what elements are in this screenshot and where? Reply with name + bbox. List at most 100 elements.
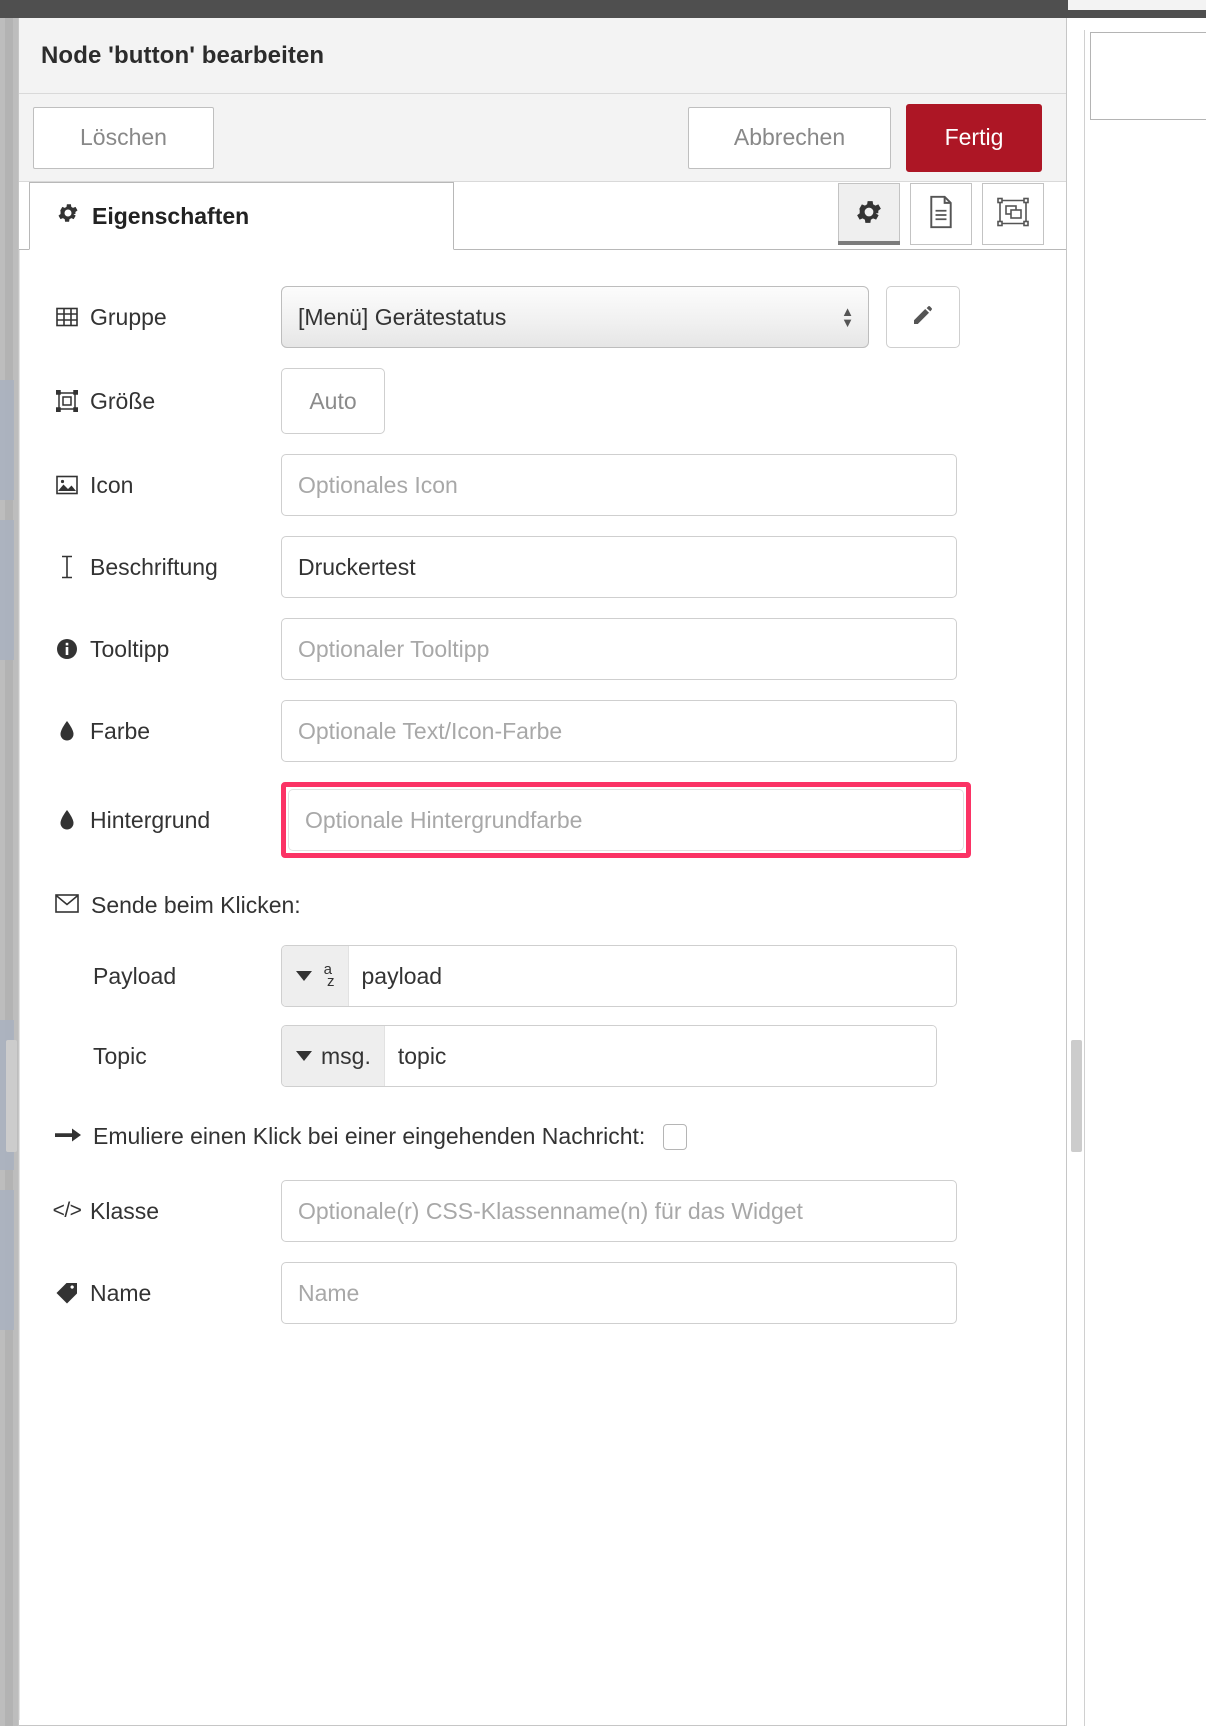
editor-top-right-gap [1068, 0, 1206, 10]
image-icon [55, 475, 79, 495]
tab-properties[interactable]: Eigenschaften [29, 182, 454, 250]
payload-value[interactable]: payload [348, 946, 956, 1006]
name-label-text: Name [90, 1279, 152, 1306]
field-row-background: Hintergrund [19, 782, 1066, 858]
send-on-click-heading: Sende beim Klicken: [19, 892, 1066, 919]
topic-type-selector[interactable]: msg. [282, 1026, 385, 1086]
tooltip-label: Tooltipp [55, 636, 281, 663]
background-highlight-outline [281, 782, 971, 858]
gear-icon [854, 197, 884, 232]
color-label: Farbe [55, 718, 281, 745]
field-row-icon: Icon [19, 454, 1066, 516]
dialog-scrollbar-right[interactable] [1071, 1040, 1082, 1152]
info-icon [55, 638, 79, 660]
name-input[interactable] [281, 1262, 957, 1324]
tool-properties-button[interactable] [838, 183, 900, 245]
arrow-right-icon [55, 1123, 81, 1150]
appearance-icon [997, 197, 1029, 232]
background-label: Hintergrund [55, 807, 281, 834]
payload-label: Payload [93, 962, 177, 989]
resize-icon [55, 390, 79, 412]
field-row-group: Gruppe [Menü] Gerätestatus ▲ ▼ [19, 286, 1066, 348]
form-left-border [19, 250, 20, 1720]
size-label-text: Größe [90, 387, 156, 414]
name-label: Name [55, 1280, 281, 1307]
dialog-scrollbar-left[interactable] [6, 1040, 17, 1152]
label-field-label: Beschriftung [55, 554, 281, 581]
dialog-header: Node 'button' bearbeiten [19, 18, 1066, 94]
payload-typed-input: az payload [281, 945, 957, 1007]
icon-field-label-text: Icon [90, 471, 134, 498]
chevron-down-icon [296, 971, 312, 981]
color-input[interactable] [281, 700, 957, 762]
emulate-click-checkbox[interactable] [663, 1123, 688, 1150]
field-row-size: Größe Auto [19, 368, 1066, 434]
done-button[interactable]: Fertig [906, 103, 1042, 172]
field-row-tooltip: Tooltipp [19, 618, 1066, 680]
tool-description-button[interactable] [910, 183, 972, 245]
tool-appearance-button[interactable] [982, 183, 1044, 245]
spinner-icon: ▲ ▼ [841, 303, 854, 330]
group-label-text: Gruppe [90, 303, 167, 330]
field-row-name: Name [19, 1262, 1066, 1324]
topic-typed-input: msg. topic [281, 1025, 937, 1087]
field-row-label: Beschriftung [19, 536, 1066, 598]
color-label-text: Farbe [90, 717, 151, 744]
table-icon [55, 307, 79, 327]
primary-actions: Abbrechen Fertig [688, 103, 1042, 172]
payload-type-selector[interactable]: az [282, 946, 349, 1006]
droplet-icon [55, 720, 79, 742]
send-on-click-label: Sende beim Klicken: [91, 892, 301, 918]
css-class-label-text: Klasse [90, 1197, 160, 1224]
field-row-css-class: </> Klasse [19, 1180, 1066, 1242]
text-cursor-icon [55, 555, 79, 579]
page-title: Node 'button' bearbeiten [41, 41, 325, 69]
group-label: Gruppe [55, 304, 281, 331]
dialog-action-bar: Löschen Abbrechen Fertig [19, 94, 1066, 182]
palette-node-1 [0, 380, 14, 500]
properties-form: Gruppe [Menü] Gerätestatus ▲ ▼ Größe Aut… [19, 250, 1066, 1720]
label-input[interactable] [281, 536, 957, 598]
tab-strip: Eigenschaften [19, 182, 1066, 250]
size-auto-button[interactable]: Auto [281, 368, 385, 434]
label-field-label-text: Beschriftung [90, 553, 218, 580]
css-class-label: </> Klasse [52, 1197, 281, 1225]
tooltip-label-text: Tooltipp [90, 635, 170, 662]
tooltip-input[interactable] [281, 618, 957, 680]
editor-palette-inner [5, 18, 13, 1726]
palette-node-2 [0, 520, 14, 660]
pencil-icon [911, 303, 935, 332]
size-label: Größe [55, 388, 281, 415]
chevron-down-icon [296, 1051, 312, 1061]
string-type-icon: az [323, 960, 335, 990]
editor-sidebar-panel [1084, 30, 1206, 1726]
field-row-payload: Payload az payload [19, 945, 1066, 1007]
topic-type-label: msg. [321, 1042, 371, 1069]
droplet-icon [55, 809, 79, 831]
tab-properties-label: Eigenschaften [92, 202, 250, 229]
envelope-icon [55, 892, 79, 919]
gear-icon [56, 201, 80, 231]
background-input[interactable] [288, 789, 964, 851]
field-row-topic: Topic msg. topic [19, 1025, 1066, 1087]
node-edit-dialog: Node 'button' bearbeiten Löschen Abbrech… [18, 18, 1067, 1726]
cancel-button[interactable]: Abbrechen [688, 106, 891, 169]
emulate-click-label: Emuliere einen Klick bei einer eingehend… [93, 1123, 646, 1149]
tab-tool-buttons [838, 183, 1066, 249]
group-select-value: [Menü] Gerätestatus [298, 303, 507, 330]
topic-value[interactable]: topic [384, 1026, 936, 1086]
emulate-click-row: Emuliere einen Klick bei einer eingehend… [19, 1123, 1066, 1150]
background-label-text: Hintergrund [90, 806, 211, 833]
icon-field-label: Icon [55, 472, 281, 499]
icon-input[interactable] [281, 454, 957, 516]
field-row-color: Farbe [19, 700, 1066, 762]
edit-group-button[interactable] [886, 286, 960, 348]
delete-button[interactable]: Löschen [33, 106, 214, 169]
document-icon [926, 195, 956, 234]
tag-icon [55, 1282, 79, 1304]
editor-sidebar-card [1090, 32, 1206, 120]
code-icon: </> [52, 1199, 82, 1222]
group-select[interactable]: [Menü] Gerätestatus ▲ ▼ [281, 286, 869, 348]
css-class-input[interactable] [281, 1180, 957, 1242]
palette-node-4 [0, 1190, 14, 1330]
